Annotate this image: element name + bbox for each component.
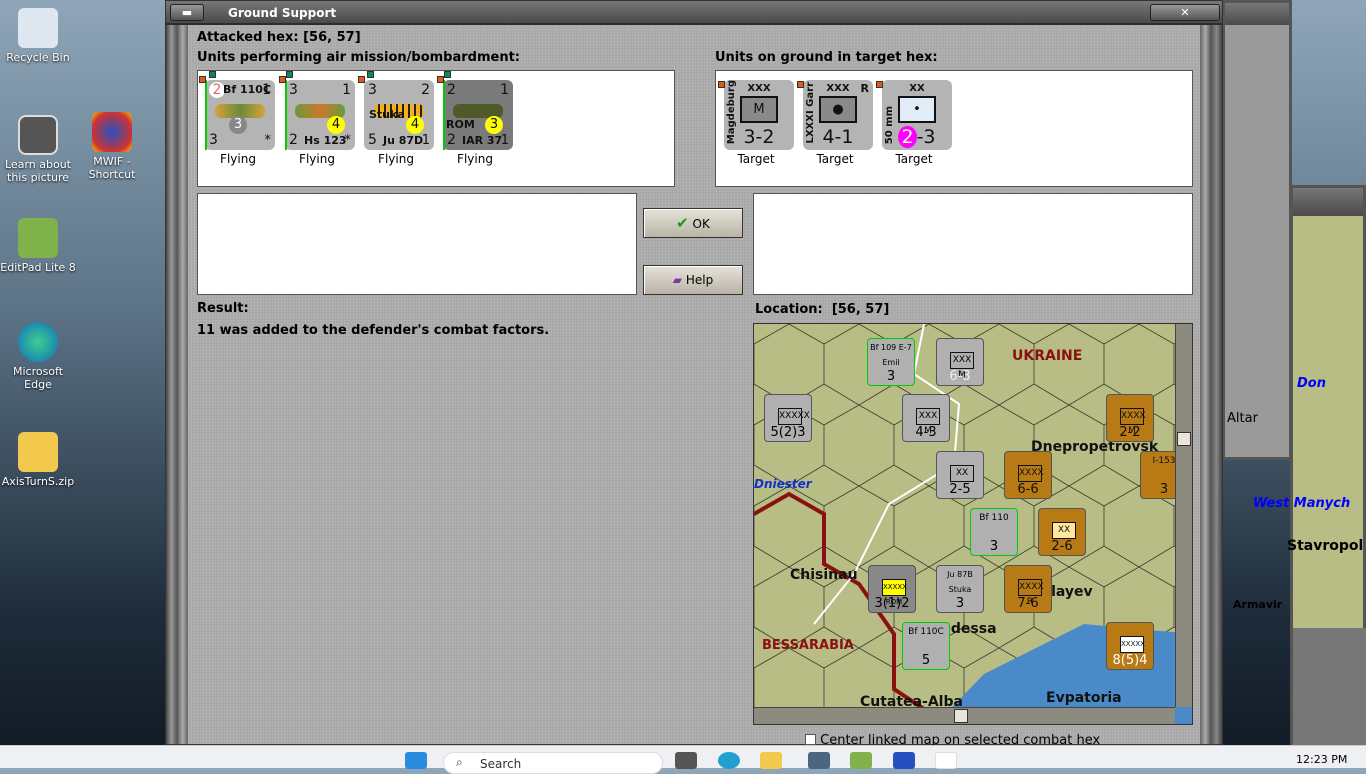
title-bar[interactable]: ▬ Ground Support ✕ [166,1,1222,25]
map-label: BESSARABIA [762,638,854,653]
air-unit-status: Flying [378,152,414,166]
window-frame [1200,25,1222,744]
air-details-panel [197,193,637,295]
air-unit-counter[interactable]: 2 Bf 110C 1 3 3 * [199,71,275,150]
scroll-thumb[interactable] [1177,432,1191,446]
desktop-icon-learn-picture[interactable]: Learn about this picture [0,115,76,184]
map-label: Evpatoria [1046,690,1122,706]
ground-unit-status: Target [816,152,854,166]
start-button[interactable] [405,752,427,769]
map-counter[interactable]: XXXX M 2-2 [1106,394,1154,442]
location-value: [56, 57] [831,302,890,317]
map-counter[interactable]: XXX M 6-3 [936,338,984,386]
camera-icon [18,115,58,155]
air-unit-counter[interactable]: 31 2 Hs 123 4 * [279,71,355,150]
desktop-icon-edge[interactable]: Microsoft Edge [0,322,76,391]
map-counter[interactable]: Ju 87B Stuka 3 [936,565,984,613]
taskbar: ⌕ Search 12:23 PM [0,745,1366,774]
file-explorer-icon[interactable] [760,752,782,769]
map-counter[interactable]: XXXX R 7-6 [1004,565,1052,613]
air-units-label: Units performing air mission/bombardment… [197,50,521,65]
scroll-thumb[interactable] [954,709,968,723]
mwif-icon [92,112,132,152]
clock[interactable]: 12:23 PM [1296,753,1347,766]
attacked-hex-value: [56, 57] [303,30,361,45]
background-window: Altar [1222,0,1292,460]
window-frame [166,25,188,744]
map-counter[interactable]: XXXXX 5(2)3 [764,394,812,442]
ground-unit-counter[interactable]: XX 50 mm • 2 -3 [876,80,952,150]
ground-details-panel [753,193,1193,295]
map-label: Stavropol [1287,538,1364,554]
map-label: UKRAINE [1012,348,1083,364]
desktop-icon-zip[interactable]: AxisTurnS.zip [0,432,76,488]
map-label: Dniester [754,477,812,491]
window-title: Ground Support [228,6,337,20]
map-counter-selected[interactable]: Bf 110 3 [970,508,1018,556]
ground-unit-counter[interactable]: XXX Magdeburg M 3-2 [718,80,794,150]
air-unit-counter[interactable]: 32 Stuka 5 Ju 87D 4 1 [358,71,434,150]
system-menu-button[interactable]: ▬ [170,4,204,21]
edge-icon [18,322,58,362]
ok-button[interactable]: ✔ OK [643,208,743,238]
edge-taskbar-icon[interactable] [718,752,740,769]
active-app-icon[interactable] [935,752,957,769]
desktop-icon-recycle-bin[interactable]: Recycle Bin [0,8,76,64]
help-button[interactable]: ▰ Help [643,265,743,295]
result-text: 11 was added to the defender's combat fa… [197,323,550,338]
air-unit-status: Flying [457,152,493,166]
desktop-icon-editpad[interactable]: EditPad Lite 8 [0,218,76,274]
map-counter[interactable]: Bf 109 E-7 Emil 3 [867,338,915,386]
zip-folder-icon [18,432,58,472]
map-label: West Manych [1253,496,1351,511]
air-unit-status: Flying [299,152,335,166]
location-label: Location: [56, 57] [755,302,890,317]
editpad-icon [18,218,58,258]
map-counter[interactable]: XX 2-6 [1038,508,1086,556]
task-view-icon[interactable] [675,752,697,769]
checkmark-icon: ✔ [676,214,689,232]
mwif-taskbar-icon[interactable] [893,752,915,769]
close-button[interactable]: ✕ [1150,4,1220,21]
checkbox[interactable] [805,734,816,745]
recycle-bin-icon [18,8,58,48]
map-counter[interactable]: XX 2-5 [936,451,984,499]
map-label: Don [1297,376,1326,391]
help-book-icon: ▰ [672,273,683,287]
ground-unit-status: Target [737,152,775,166]
background-map-window: Don West Manych Stavropol Armavir [1233,185,1366,748]
ground-units-label: Units on ground in target hex: [715,50,938,65]
ground-unit-status: Target [895,152,933,166]
map-counter[interactable]: Bf 110C 5 [902,622,950,670]
map-horizontal-scrollbar[interactable] [754,707,1175,724]
map-counter[interactable]: XXXX 6-6 [1004,451,1052,499]
editpad-taskbar-icon[interactable] [850,752,872,769]
calculator-icon[interactable] [808,752,830,769]
map-counter[interactable]: XXX M 4-3 [902,394,950,442]
map-counter[interactable]: XXXXX ROM 3(1)2 [868,565,916,613]
map-label: Altar [1227,411,1258,426]
result-label: Result: [197,301,249,316]
map-vertical-scrollbar[interactable] [1175,324,1192,707]
map-counter[interactable]: XXXXX 8(5)4 [1106,622,1154,670]
ground-unit-counter[interactable]: XXX R LXXXI Garr ● 4-1 [797,80,873,150]
air-unit-counter[interactable]: 21 ROM 2 IAR 37 3 1 [437,71,513,150]
location-map[interactable]: UKRAINE Dnepropetrovsk Chisinau BESSARAB… [753,323,1193,725]
search-box[interactable]: ⌕ Search [443,752,663,774]
air-unit-status: Flying [220,152,256,166]
map-label: Armavir [1233,598,1283,611]
attacked-hex-label: Attacked hex: [56, 57] [197,30,361,45]
desktop-icon-mwif[interactable]: MWIF - Shortcut [74,112,150,181]
map-label: Chisinau [790,567,858,583]
